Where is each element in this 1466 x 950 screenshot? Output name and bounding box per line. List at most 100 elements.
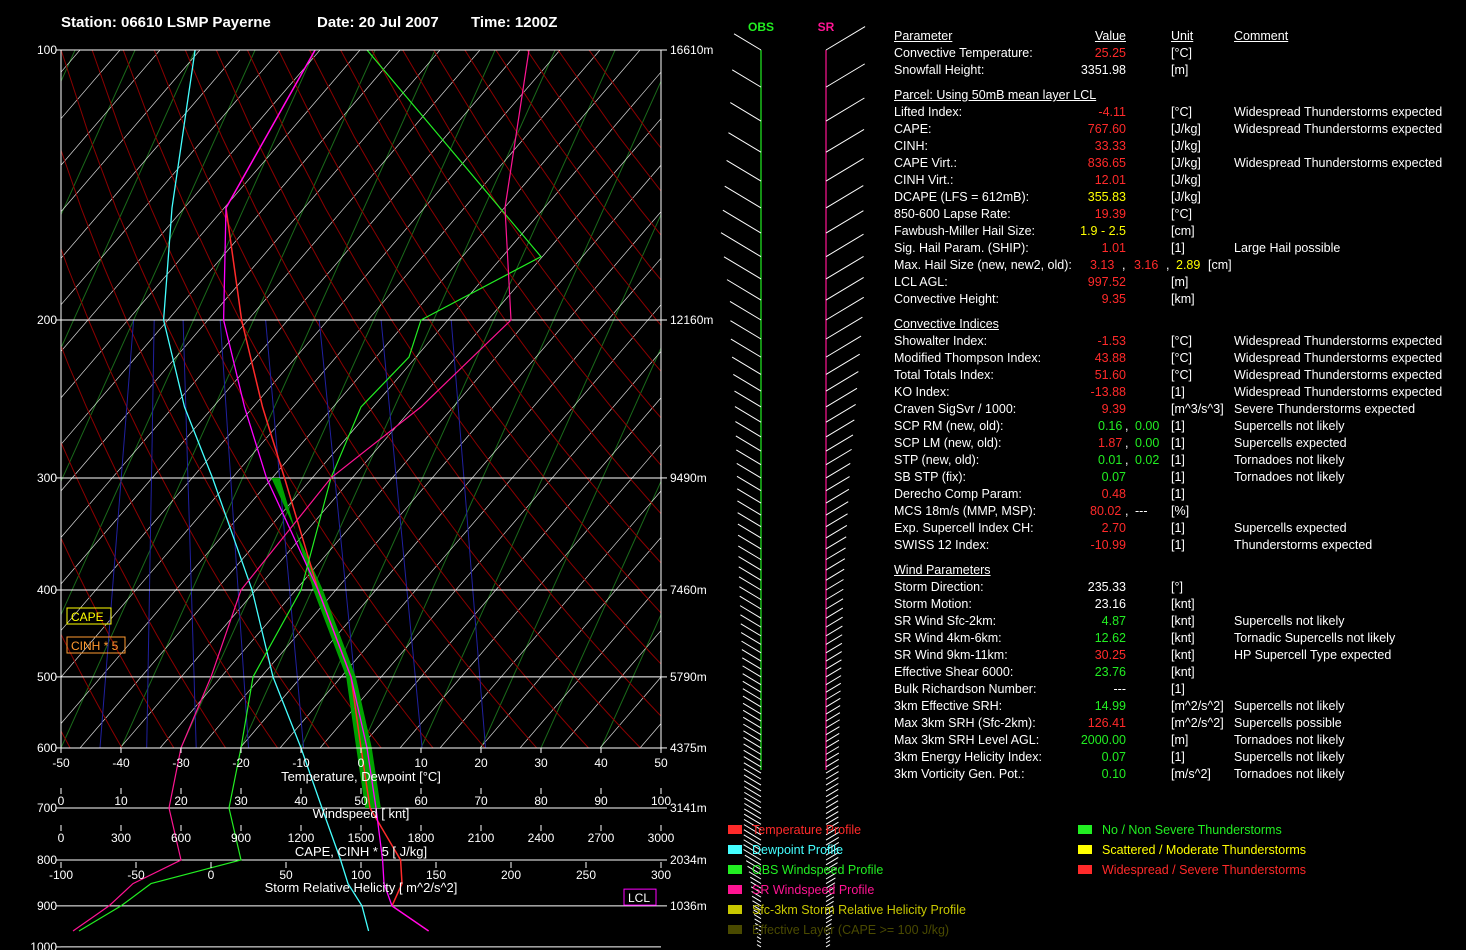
obs-wind-barb — [737, 523, 762, 539]
cape-tick-label: 1200 — [288, 831, 315, 845]
temp-tick-label: 10 — [414, 756, 428, 770]
param-row: Lifted Index: -4.11 [°C] Widespread Thunder… — [894, 104, 1466, 121]
param-name: Effective Shear 6000: — [894, 665, 1014, 679]
param-unit: [m/s^2] — [1171, 767, 1211, 781]
param-unit: [1] — [1171, 453, 1185, 467]
height-label: 12160m — [670, 313, 713, 327]
skew-line — [199, 211, 661, 748]
sr-wind-barb — [825, 97, 865, 122]
param-name: CAPE Virt.: — [894, 156, 957, 170]
isotherm-line — [61, 50, 316, 616]
param-value: 1.9 - 2.5 — [1080, 224, 1126, 238]
param-name: Sig. Hail Param. (SHIP): — [894, 241, 1029, 255]
param-unit: [%] — [1171, 504, 1190, 518]
windspeed-tick-label: 20 — [174, 794, 188, 808]
param-value: 12.62 — [1094, 631, 1126, 645]
obs-wind-barb — [729, 300, 762, 321]
date-label: Date: 20 Jul 2007 — [317, 14, 439, 31]
param-name: Exp. Supercell Index CH: — [894, 521, 1034, 535]
param-value-new: 0.16 — [1098, 419, 1123, 433]
param-value: 23.16 — [1094, 597, 1126, 611]
sr-wind-barb — [825, 944, 831, 948]
param-name: SCP RM (new, old): — [894, 419, 1004, 433]
chart-axes: 100200300400500600700800900100016610m121… — [30, 43, 713, 950]
param-value: 0.48 — [1101, 487, 1126, 501]
param-unit: [J/kg] — [1171, 156, 1201, 170]
isotherm-line — [61, 50, 136, 216]
legend-swatch — [728, 825, 742, 834]
param-name: SR Wind Sfc-2km: — [894, 614, 997, 628]
param-comment: Widespread Thunderstorms expected — [1234, 368, 1443, 382]
obs-wind-barb — [726, 159, 762, 182]
skew-line — [159, 164, 661, 748]
param-row: Total Totals Index: 51.60 [°C] Widespread T… — [894, 367, 1466, 384]
param-unit: [cm] — [1208, 258, 1232, 272]
sr-wind-barb — [825, 588, 844, 601]
sep: , — [1125, 436, 1129, 450]
dewpoint-profile — [162, 49, 370, 932]
legend-item: Sfc-3km Storm Relative Helicity Profile — [728, 903, 966, 923]
param-value: 767.60 — [1087, 122, 1126, 136]
param-unit: [m] — [1171, 63, 1189, 77]
temp-tick-label: -30 — [172, 756, 190, 770]
param-value: 0.10 — [1101, 767, 1126, 781]
height-label: 4375m — [670, 741, 707, 755]
param-value: --- — [1113, 682, 1127, 696]
legend-swatch — [1078, 845, 1092, 854]
obs-wind-barb — [722, 209, 762, 234]
pressure-label: 700 — [37, 801, 57, 815]
section-title: Wind Parameters — [894, 563, 991, 577]
param-name: Max 3km SRH Level AGL: — [894, 733, 1040, 747]
obs-wind-barb — [756, 944, 762, 948]
param-comment: Tornadoes not likely — [1234, 470, 1345, 484]
obs-wind-barb — [737, 500, 762, 516]
pressure-label: 900 — [37, 899, 57, 913]
sr-wind-barb — [825, 316, 863, 340]
windspeed-tick-label: 30 — [234, 794, 248, 808]
sr-column-label: SR — [818, 20, 835, 34]
header-unit: Unit — [1171, 29, 1194, 43]
pressure-label: 400 — [37, 583, 57, 597]
legend-item: Effective Layer (CAPE >= 100 J/kg) — [728, 923, 966, 943]
sr-wind-barb — [825, 276, 864, 301]
mcs-row: MCS 18m/s (MMP, MSP): 80.02, --- [%] — [894, 503, 1466, 520]
param-comment: HP Supercell Type expected — [1234, 648, 1392, 662]
moist-adiabat — [99, 319, 135, 748]
sr-wind-barb — [825, 697, 841, 708]
cape-axis-label: CAPE, CINH * 5 [ J/kg] — [295, 844, 427, 859]
sr-wind-barb — [825, 712, 841, 722]
param-row: KO Index: -13.88 [1] Widespread Thunderstor… — [894, 384, 1466, 401]
legend-item: No / Non Severe Thunderstorms — [1078, 823, 1306, 843]
obs-wind-barb — [730, 320, 762, 340]
sr-wind-barb — [825, 185, 864, 209]
sr-wind-barb — [825, 210, 864, 234]
param-unit: [cm] — [1171, 224, 1195, 238]
param-unit: [knt] — [1171, 614, 1195, 628]
sr-wind-barb — [825, 558, 846, 571]
sr-wind-barb — [825, 403, 856, 423]
header-value: Value — [1094, 29, 1126, 43]
sr-wind-barb — [825, 371, 859, 392]
param-unit: [1] — [1171, 521, 1185, 535]
param-name: Max. Hail Size (new, new2, old): — [894, 258, 1072, 272]
param-comment: Supercells not likely — [1234, 750, 1345, 764]
section-title: Convective Indices — [894, 317, 999, 331]
param-value-new: 0.01 — [1098, 453, 1123, 467]
obs-wind-barb — [736, 462, 762, 479]
param-value: 12.01 — [1094, 173, 1126, 187]
param-value: 235.33 — [1087, 580, 1126, 594]
param-value: 126.41 — [1087, 716, 1126, 730]
param-unit: [knt] — [1171, 665, 1195, 679]
temp-tick-label: 40 — [594, 756, 608, 770]
param-unit: [J/kg] — [1171, 190, 1201, 204]
height-label: 9490m — [670, 471, 707, 485]
sep: , — [1125, 419, 1129, 433]
obs-wind-barb — [735, 421, 762, 438]
hail-value-old: 2.89 — [1176, 258, 1201, 272]
cape-tick-label: 600 — [171, 831, 191, 845]
param-pair-row: SCP LM (new, old): 1.87, 0.00 [1] Supercells… — [894, 435, 1466, 452]
legend-item: Dewpoint Profile — [728, 843, 966, 863]
sr-wind-barb — [825, 634, 843, 645]
sep: , — [1125, 504, 1129, 518]
windspeed-tick-label: 70 — [474, 794, 488, 808]
